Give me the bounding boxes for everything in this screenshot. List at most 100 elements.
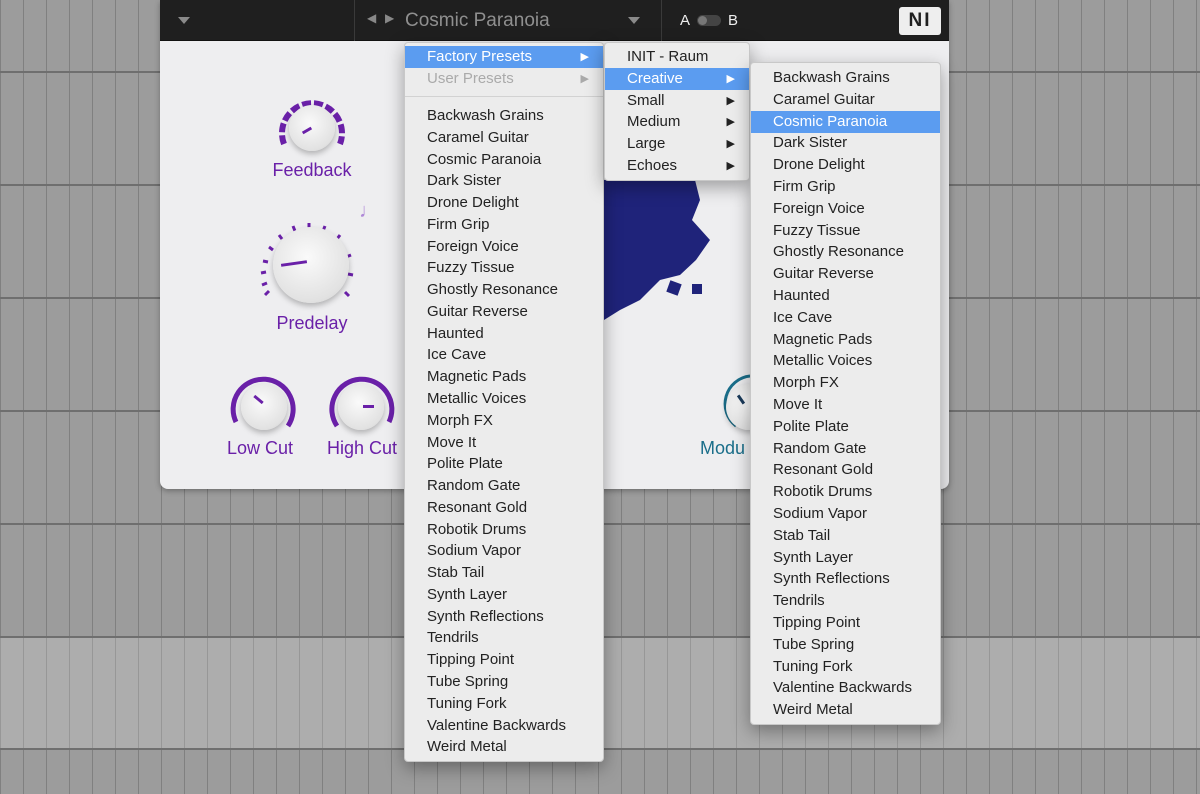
submenu-arrow-icon: ▶ — [580, 51, 589, 63]
menu-dropdown[interactable] — [160, 0, 355, 41]
preset-selector[interactable]: ◀ ▶ Cosmic Paranoia — [355, 0, 662, 41]
menu-item-preset[interactable]: Firm Grip — [405, 214, 603, 236]
menu-item-preset[interactable]: Resonant Gold — [405, 497, 603, 519]
menu-item-preset[interactable]: Ghostly Resonance — [405, 279, 603, 301]
menu-item-label: Random Gate — [427, 477, 521, 495]
menu-item-preset[interactable]: Move It — [751, 394, 940, 416]
menu-item-category[interactable]: Creative ▶ — [605, 67, 749, 90]
menu-item-preset[interactable]: Cosmic Paranoia — [405, 149, 603, 171]
next-preset-icon[interactable]: ▶ — [385, 11, 394, 25]
menu-item-preset[interactable]: Tendrils — [405, 627, 603, 649]
menu-item-preset[interactable]: Random Gate — [751, 438, 940, 460]
menu-item-preset[interactable]: Drone Delight — [405, 192, 603, 214]
menu-item-preset[interactable]: Haunted — [405, 323, 603, 345]
menu-item-preset[interactable]: Tube Spring — [751, 634, 940, 656]
menu-item-preset[interactable]: Robotik Drums — [751, 481, 940, 503]
menu-item-label: Cosmic Paranoia — [773, 112, 888, 130]
menu-item-preset[interactable]: Dark Sister — [405, 170, 603, 192]
menu-item-preset[interactable]: Resonant Gold — [751, 459, 940, 481]
menu-item-category[interactable]: Small ▶ — [605, 90, 749, 112]
menu-item-preset[interactable]: Polite Plate — [405, 453, 603, 475]
menu-item-label: Foreign Voice — [773, 199, 865, 217]
menu-item-category[interactable]: Echoes ▶ — [605, 155, 749, 177]
menu-item-preset[interactable]: Polite Plate — [751, 416, 940, 438]
preset-menu: Factory Presets ▶ User Presets ▶ Backwash … — [404, 42, 604, 762]
menu-item-label: Echoes — [627, 157, 678, 174]
menu-item-preset[interactable]: Magnetic Pads — [751, 329, 940, 351]
menu-item-label: Stab Tail — [427, 564, 485, 582]
menu-item-preset[interactable]: Backwash Grains — [405, 105, 603, 127]
menu-item-preset[interactable]: Magnetic Pads — [405, 366, 603, 388]
menu-item-preset[interactable]: Stab Tail — [405, 562, 603, 584]
feedback-knob[interactable] — [289, 105, 335, 151]
menu-item-preset[interactable]: Tuning Fork — [751, 656, 940, 678]
submenu-arrow-icon: ▶ — [580, 73, 589, 85]
menu-item-preset[interactable]: Morph FX — [751, 372, 940, 394]
menu-item-preset[interactable]: Caramel Guitar — [405, 127, 603, 149]
menu-item-category[interactable]: Medium ▶ — [605, 111, 749, 133]
menu-item-preset[interactable]: Guitar Reverse — [751, 263, 940, 285]
menu-item-label: Dark Sister — [773, 134, 848, 152]
menu-item-preset[interactable]: Robotik Drums — [405, 519, 603, 541]
menu-item-preset[interactable]: Sodium Vapor — [405, 540, 603, 562]
low-cut-knob[interactable] — [241, 384, 287, 430]
menu-item-preset[interactable]: Synth Reflections — [405, 606, 603, 628]
menu-item-preset[interactable]: Sodium Vapor — [751, 503, 940, 525]
menu-item-preset[interactable]: Firm Grip — [751, 176, 940, 198]
menu-item-preset[interactable]: Synth Layer — [751, 547, 940, 569]
menu-item-label: Cosmic Paranoia — [427, 150, 542, 168]
ab-toggle[interactable] — [697, 15, 721, 26]
menu-item-preset[interactable]: Random Gate — [405, 475, 603, 497]
menu-item-preset[interactable]: Ice Cave — [751, 307, 940, 329]
menu-item-label: Foreign Voice — [427, 237, 519, 255]
menu-item-preset[interactable]: Synth Reflections — [751, 568, 940, 590]
previous-preset-icon[interactable]: ◀ — [367, 11, 376, 25]
menu-item-preset[interactable]: Fuzzy Tissue — [405, 257, 603, 279]
menu-item-preset[interactable]: Backwash Grains — [751, 67, 940, 89]
menu-item-preset[interactable]: Synth Layer — [405, 584, 603, 606]
menu-item-preset[interactable]: Stab Tail — [751, 525, 940, 547]
menu-item-label: Weird Metal — [427, 738, 507, 756]
menu-item-label: Ice Cave — [427, 346, 487, 364]
menu-item-label: Random Gate — [773, 439, 867, 457]
menu-item-label: Tendrils — [773, 592, 825, 610]
menu-item-category[interactable]: INIT - Raum — [605, 46, 749, 68]
menu-item-preset[interactable]: Valentine Backwards — [751, 677, 940, 699]
menu-item-preset[interactable]: Ice Cave — [405, 344, 603, 366]
menu-item-preset[interactable]: Guitar Reverse — [405, 301, 603, 323]
menu-item-preset[interactable]: Tipping Point — [751, 612, 940, 634]
predelay-knob[interactable] — [273, 227, 349, 303]
menu-item-preset[interactable]: Haunted — [751, 285, 940, 307]
high-cut-knob[interactable] — [338, 384, 384, 430]
menu-item-factory-presets[interactable]: Factory Presets ▶ — [405, 46, 603, 68]
menu-item-preset[interactable]: Dark Sister — [751, 132, 940, 154]
menu-item-preset[interactable]: Weird Metal — [405, 736, 603, 758]
menu-item-preset[interactable]: Valentine Backwards — [405, 715, 603, 737]
menu-item-user-presets: User Presets ▶ — [405, 68, 603, 90]
menu-item-preset[interactable]: Foreign Voice — [405, 236, 603, 258]
preset-name[interactable]: Cosmic Paranoia — [405, 10, 550, 32]
menu-item-preset[interactable]: Fuzzy Tissue — [751, 220, 940, 242]
menu-item-preset[interactable]: Move It — [405, 432, 603, 454]
menu-item-label: Drone Delight — [427, 194, 519, 212]
menu-item-preset[interactable]: Tipping Point — [405, 649, 603, 671]
menu-item-preset[interactable]: Caramel Guitar — [751, 89, 940, 111]
menu-item-preset[interactable]: Weird Metal — [751, 699, 940, 721]
menu-item-preset[interactable]: Cosmic Paranoia — [751, 110, 940, 133]
menu-item-preset[interactable]: Foreign Voice — [751, 198, 940, 220]
menu-item-label: Small — [627, 91, 665, 109]
menu-item-preset[interactable]: Morph FX — [405, 410, 603, 432]
menu-item-preset[interactable]: Ghostly Resonance — [751, 241, 940, 263]
menu-item-preset[interactable]: Tendrils — [751, 590, 940, 612]
submenu-arrow-icon: ▶ — [726, 160, 735, 172]
menu-item-preset[interactable]: Metallic Voices — [751, 350, 940, 372]
menu-item-preset[interactable]: Tuning Fork — [405, 693, 603, 715]
tempo-sync-note-icon[interactable]: ♩ — [359, 200, 379, 223]
menu-item-label: Creative — [627, 69, 683, 87]
menu-item-preset[interactable]: Metallic Voices — [405, 388, 603, 410]
menu-item-label: Resonant Gold — [773, 461, 874, 479]
menu-item-preset[interactable]: Drone Delight — [751, 154, 940, 176]
menu-item-category[interactable]: Large ▶ — [605, 133, 749, 155]
menu-item-preset[interactable]: Tube Spring — [405, 671, 603, 693]
submenu-arrow-icon: ▶ — [726, 72, 735, 85]
